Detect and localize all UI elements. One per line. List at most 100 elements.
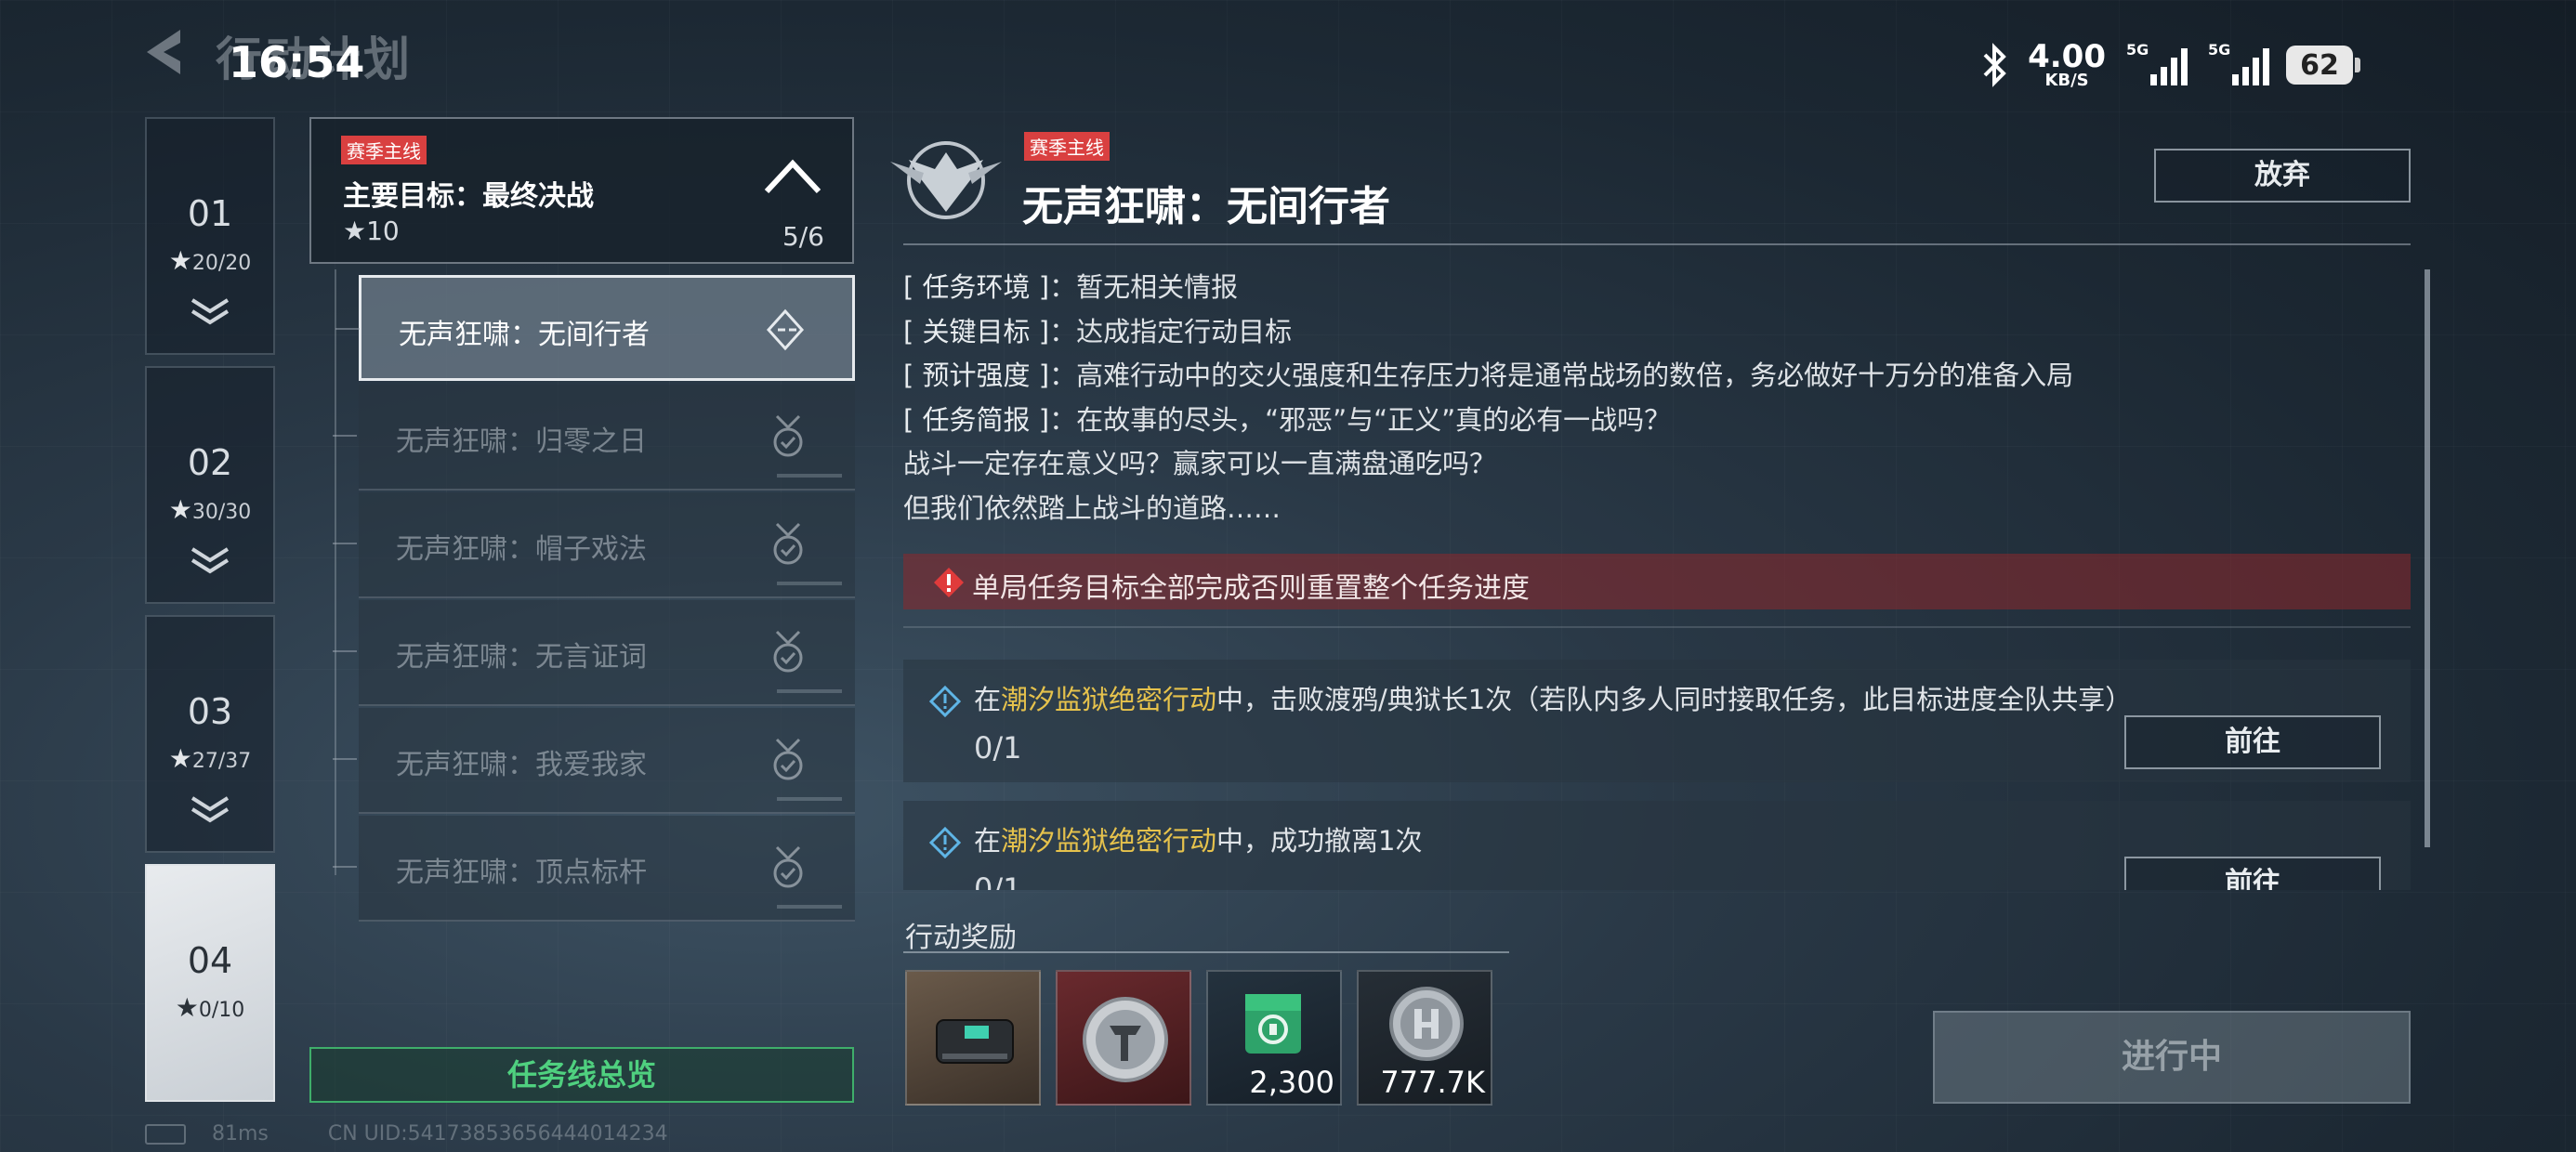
- info-key-objective: [ 关键目标 ]：达成指定行动目标: [903, 315, 1293, 347]
- top-bar: 行动计划 16:54 4.00 KB/S 5G 5G 62: [0, 0, 2576, 121]
- mission-name: 无声狂啸：帽子戏法: [396, 533, 647, 566]
- device-battery-icon: [145, 1124, 186, 1145]
- reward-quantity: 2,300: [1249, 1065, 1334, 1100]
- chapter-tab-04[interactable]: 04 ★0/10: [145, 864, 275, 1102]
- reward-item-badge[interactable]: [1056, 970, 1191, 1106]
- briefing-line: 战斗一定存在意义吗？赢家可以一直满盘通吃吗？: [903, 448, 1497, 479]
- signal-sim2-icon: 5G: [2208, 41, 2269, 85]
- reward-item-coin[interactable]: 777.7K: [1357, 970, 1492, 1106]
- objective-progress: 0/1: [974, 730, 1022, 766]
- chapter-stars: ★27/37: [168, 743, 252, 774]
- info-intensity: [ 预计强度 ]：高难行动中的交火强度和生存压力将是通常战场的数倍，务必做好十万…: [903, 360, 2074, 391]
- mission-item[interactable]: 无声狂啸：顶点标杆: [333, 816, 855, 922]
- info-diamond-icon: [929, 827, 961, 858]
- chapter-tab-03[interactable]: 03 ★27/37: [145, 615, 275, 853]
- progress-bar: [777, 474, 842, 478]
- ping-indicator: 81ms: [145, 1122, 269, 1145]
- progress-bar: [777, 905, 842, 909]
- mission-item[interactable]: 无声狂啸：帽子戏法: [333, 492, 855, 598]
- objective-text: 在潮汐监狱绝密行动中，击败渡鸦/典狱长1次（若队内多人同时接取任务，此目标进度全…: [974, 684, 2133, 715]
- abandon-button[interactable]: 放弃: [2154, 149, 2411, 203]
- mission-detail-title: 无声狂啸：无间行者: [1022, 183, 1390, 230]
- mission-name: 无声狂啸：顶点标杆: [396, 857, 647, 889]
- go-button[interactable]: 前往: [2124, 857, 2381, 890]
- scrollbar[interactable]: [2425, 269, 2430, 847]
- info-diamond-icon: [929, 686, 961, 717]
- divider: [903, 951, 1509, 953]
- star-icon: ★: [168, 494, 192, 525]
- main-mission-title: 主要目标：最终决战: [343, 180, 594, 213]
- mission-line-overview-button[interactable]: 任务线总览: [309, 1047, 854, 1103]
- season-main-tag: 赛季主线: [1024, 132, 1110, 161]
- double-chevron-down-icon: [191, 796, 230, 823]
- objective-text: 在潮汐监狱绝密行动中，成功撤离1次: [974, 825, 1423, 857]
- completed-medal-icon: [773, 522, 803, 565]
- user-uid: CN UID:5417385365644401423​4: [327, 1122, 668, 1145]
- chevron-up-icon[interactable]: [763, 158, 822, 195]
- briefing-line: 但我们依然踏上战斗的道路……: [903, 491, 1281, 524]
- bluetooth-icon: [1983, 43, 2006, 87]
- back-arrow-icon[interactable]: [139, 26, 186, 78]
- objective-progress: 0/1: [974, 871, 1022, 890]
- completed-medal-icon: [773, 414, 803, 457]
- main-mission-progress: 5/6: [782, 221, 824, 252]
- mission-name: 无声狂啸：无言证词: [396, 641, 647, 674]
- star-icon: ★: [168, 743, 192, 774]
- chapter-stars: ★20/20: [168, 245, 252, 276]
- mission-name: 无声狂啸：归零之日: [396, 425, 647, 458]
- progress-bar: [777, 582, 842, 585]
- chapter-tab-02[interactable]: 02 ★30/30: [145, 366, 275, 604]
- chapter-tab-01[interactable]: 01 ★20/20: [145, 117, 275, 355]
- warning-banner: 单局任务目标全部完成否则重置整个任务进度: [903, 554, 2411, 609]
- season-main-tag: 赛季主线: [341, 136, 427, 164]
- mission-item[interactable]: 无声狂啸：无间行者: [335, 275, 855, 381]
- star-icon: ★: [175, 992, 199, 1023]
- reward-quantity: 777.7K: [1380, 1065, 1485, 1100]
- objective-location: 潮汐监狱绝密行动: [1001, 825, 1217, 857]
- go-button[interactable]: 前往: [2124, 715, 2381, 769]
- reward-item-device[interactable]: [905, 970, 1041, 1106]
- main-mission-header[interactable]: 赛季主线 主要目标：最终决战 ★10 5/6: [309, 117, 854, 264]
- mission-info: [ 任务环境 ]：暂无相关情报 [ 关键目标 ]：达成指定行动目标 [ 预计强度…: [903, 266, 2390, 530]
- double-chevron-down-icon: [191, 547, 230, 574]
- tree-branch: [335, 328, 360, 330]
- eagle-emblem-icon: [890, 141, 1002, 219]
- mission-name: 无声狂啸：我爱我家: [396, 749, 647, 781]
- warning-text: 单局任务目标全部完成否则重置整个任务进度: [972, 572, 1530, 605]
- objective-item: 在潮汐监狱绝密行动中，击败渡鸦/典狱长1次（若队内多人同时接取任务，此目标进度全…: [903, 660, 2411, 782]
- progress-bar: [777, 689, 842, 693]
- divider: [903, 243, 2411, 245]
- net-speed: 4.00 KB/S: [2028, 38, 2106, 90]
- badge-icon: [1083, 997, 1168, 1082]
- double-chevron-down-icon: [191, 298, 230, 325]
- info-briefing: [ 任务简报 ]：在故事的尽头，“邪恶”与“正义”真的必有一战吗？: [903, 403, 1672, 436]
- mission-item[interactable]: 无声狂啸：无言证词: [333, 600, 855, 706]
- completed-medal-icon: [773, 738, 803, 780]
- info-environment: [ 任务环境 ]：暂无相关情报: [903, 271, 1239, 303]
- reward-item-crate[interactable]: 2,300: [1206, 970, 1342, 1106]
- divider: [903, 626, 2411, 628]
- status-clock: 16:54: [229, 37, 365, 87]
- mission-item[interactable]: 无声狂啸：我爱我家: [333, 708, 855, 814]
- warning-icon: [934, 568, 964, 597]
- device-icon: [936, 1019, 1014, 1064]
- objective-item: 在潮汐监狱绝密行动中，成功撤离1次 0/1 前往: [903, 801, 2411, 890]
- chapter-number: 03: [187, 691, 233, 732]
- in-progress-status-button[interactable]: 进行中: [1933, 1011, 2411, 1104]
- chapter-number: 02: [187, 442, 233, 483]
- chapter-stars: ★30/30: [168, 494, 252, 525]
- tree-branch: [333, 543, 357, 544]
- tree-branch: [333, 758, 357, 760]
- in-progress-medal-icon: [766, 308, 805, 351]
- tree-connector: [335, 269, 336, 875]
- star-icon: ★: [168, 245, 192, 276]
- mission-item[interactable]: 无声狂啸：归零之日: [333, 385, 855, 491]
- chapter-number: 01: [187, 193, 233, 234]
- footer-info: 81ms CN UID:5417385365644401423​4: [145, 1122, 668, 1145]
- objective-location: 潮汐监狱绝密行动: [1001, 684, 1217, 715]
- status-icons: 4.00 KB/S 5G 5G 62: [1979, 37, 2360, 93]
- tree-branch: [333, 866, 357, 868]
- tree-branch: [333, 650, 357, 652]
- rewards-label: 行动奖励: [905, 922, 1017, 954]
- progress-bar: [777, 797, 842, 801]
